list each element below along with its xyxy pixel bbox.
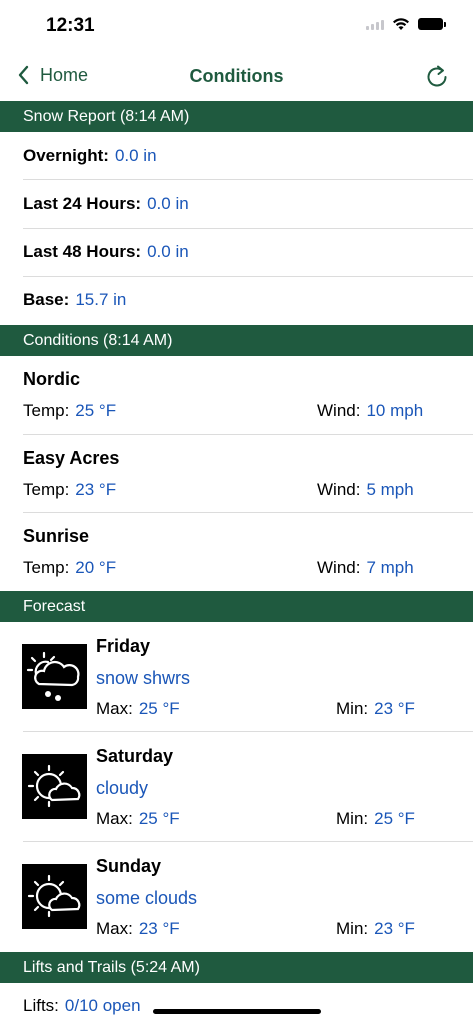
min-label: Min: [336, 919, 369, 938]
condition-name-easy-acres: Easy Acres [23, 448, 120, 468]
max-label: Max: [96, 699, 133, 718]
wifi-icon [393, 18, 409, 30]
snow-row-value: 0.0 in [147, 242, 189, 261]
forecast-day-saturday: Saturday [96, 746, 174, 766]
condition-name-sunrise: Sunrise [23, 526, 90, 546]
navigation-bar: Home Conditions [0, 52, 473, 101]
battery-icon [418, 18, 446, 30]
temp-label: Temp: [23, 401, 70, 420]
min-label: Min: [336, 699, 369, 718]
status-icons [366, 17, 446, 31]
min-value: 23 °F [374, 919, 415, 938]
wind-label: Wind: [317, 558, 361, 577]
section-header-lifts-and-trails: Lifts and Trails (5:24 AM) [0, 952, 473, 983]
snow-row-value: 0.0 in [114, 146, 157, 165]
snow-row-value: 15.7 in [75, 290, 127, 309]
min-label: Min: [336, 809, 369, 828]
wind-label: Wind: [317, 401, 361, 420]
condition-name-nordic: Nordic [23, 369, 81, 389]
max-value: 25 °F [138, 809, 180, 828]
divider [23, 731, 473, 732]
temp-value: 20 °F [75, 558, 117, 577]
wind-value: 10 mph [366, 401, 424, 420]
temp-value: 23 °F [75, 480, 117, 499]
partly-cloudy-icon [22, 864, 87, 929]
divider [23, 179, 473, 180]
wind-value: 5 mph [366, 480, 414, 499]
max-value: 25 °F [138, 699, 180, 718]
max-label: Max: [96, 919, 133, 938]
snow-row-overnight: Overnight: 0.0 in [23, 146, 157, 166]
refresh-icon[interactable] [423, 63, 451, 91]
partly-cloudy-icon [22, 754, 87, 819]
forecast-day-sunday: Sunday [96, 856, 162, 876]
max-value: 23 °F [138, 919, 180, 938]
snow-row-label: Last 24 Hours: [23, 194, 142, 213]
snow-showers-icon [22, 644, 87, 709]
snow-row-label: Last 48 Hours: [23, 242, 142, 261]
max-label: Max: [96, 809, 133, 828]
section-header-conditions: Conditions (8:14 AM) [0, 325, 473, 356]
status-bar: 12:31 [0, 0, 473, 52]
section-header-snow-report: Snow Report (8:14 AM) [0, 101, 473, 132]
divider [23, 276, 473, 277]
snow-row-label: Base: [23, 290, 70, 309]
cellular-signal-icon [366, 18, 384, 30]
divider [23, 841, 473, 842]
snow-row-last-24-hours: Last 24 Hours: 0.0 in [23, 194, 189, 214]
min-value: 23 °F [374, 699, 415, 718]
section-header-forecast: Forecast [0, 591, 473, 622]
temp-value: 25 °F [75, 401, 117, 420]
lifts-value: 0/10 open [64, 996, 141, 1015]
lifts-row: Lifts: 0/10 open [23, 996, 141, 1016]
divider [23, 434, 473, 435]
temp-label: Temp: [23, 558, 70, 577]
divider [23, 228, 473, 229]
snow-row-value: 0.0 in [147, 194, 189, 213]
lifts-label: Lifts: [23, 996, 59, 1015]
home-indicator [153, 1009, 321, 1014]
temp-label: Temp: [23, 480, 70, 499]
wind-value: 7 mph [366, 558, 414, 577]
wind-label: Wind: [317, 480, 361, 499]
snow-row-last-48-hours: Last 48 Hours: 0.0 in [23, 242, 189, 262]
forecast-desc: cloudy [96, 778, 149, 798]
snow-row-label: Overnight: [23, 146, 109, 165]
forecast-day-friday: Friday [96, 636, 151, 656]
forecast-desc: snow shwrs [96, 668, 191, 688]
page-title: Conditions [189, 66, 284, 86]
divider [23, 512, 473, 513]
snow-row-base: Base: 15.7 in [23, 290, 126, 310]
min-value: 25 °F [374, 809, 415, 828]
forecast-desc: some clouds [96, 888, 198, 908]
status-time: 12:31 [46, 15, 95, 36]
